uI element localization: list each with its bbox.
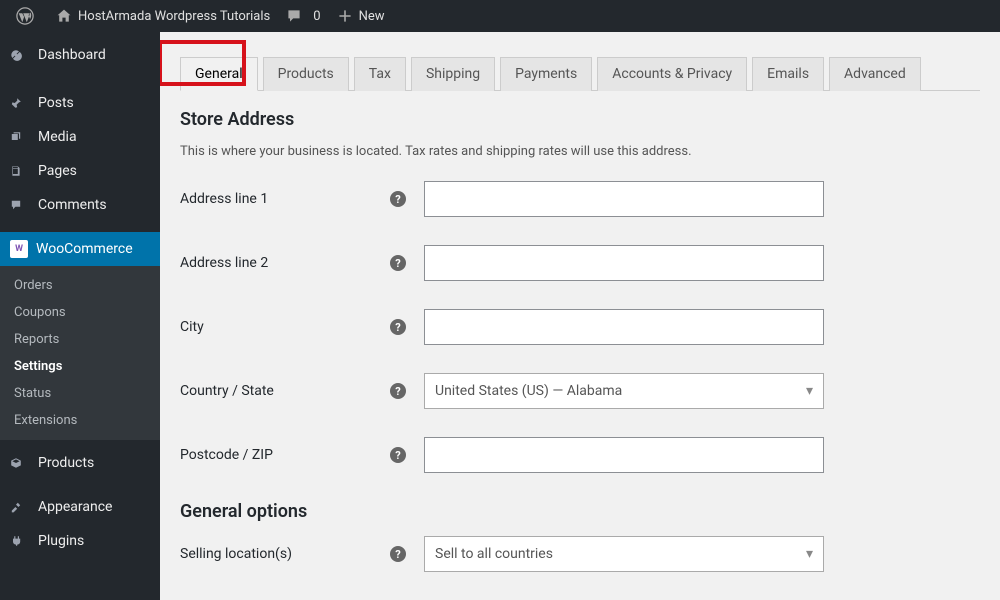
field-country-state: Country / State ? United States (US) — A…	[180, 373, 980, 409]
sidebar-item-appearance[interactable]: Appearance	[0, 490, 160, 524]
comment-icon	[10, 195, 30, 215]
main-content: General Products Tax Shipping Payments A…	[160, 32, 1000, 600]
admin-sidebar: Dashboard Posts Media Pages Comments W W…	[0, 32, 160, 600]
submenu-settings[interactable]: Settings	[0, 353, 160, 380]
field-city: City ?	[180, 309, 980, 345]
label-postcode: Postcode / ZIP	[180, 447, 390, 463]
sidebar-item-products[interactable]: Products	[0, 446, 160, 480]
tab-payments[interactable]: Payments	[500, 57, 592, 91]
field-postcode: Postcode / ZIP ?	[180, 437, 980, 473]
tab-advanced[interactable]: Advanced	[829, 57, 921, 91]
help-icon[interactable]: ?	[390, 191, 406, 207]
wordpress-logo[interactable]	[8, 0, 48, 32]
section-title-general-options: General options	[180, 501, 980, 522]
sidebar-item-label: Pages	[38, 163, 77, 179]
new-content-link[interactable]: New	[329, 0, 393, 32]
tab-general[interactable]: General	[180, 57, 258, 91]
help-icon[interactable]: ?	[390, 447, 406, 463]
tab-emails[interactable]: Emails	[752, 57, 824, 91]
help-icon[interactable]: ?	[390, 383, 406, 399]
field-selling-locations: Selling location(s) ? Sell to all countr…	[180, 536, 980, 572]
sidebar-item-label: Appearance	[38, 499, 112, 515]
section-title-store-address: Store Address	[180, 109, 980, 130]
comment-icon	[286, 8, 302, 24]
sidebar-item-label: Posts	[38, 95, 74, 111]
comments-count: 0	[313, 9, 320, 24]
settings-tabs: General Products Tax Shipping Payments A…	[180, 56, 980, 91]
sidebar-item-media[interactable]: Media	[0, 120, 160, 154]
submenu-status[interactable]: Status	[0, 380, 160, 407]
help-icon[interactable]: ?	[390, 255, 406, 271]
sidebar-item-comments[interactable]: Comments	[0, 188, 160, 222]
site-title: HostArmada Wordpress Tutorials	[78, 9, 270, 24]
label-selling-locations: Selling location(s)	[180, 546, 390, 562]
help-icon[interactable]: ?	[390, 546, 406, 562]
pin-icon	[10, 93, 30, 113]
tab-tax[interactable]: Tax	[354, 57, 406, 91]
label-city: City	[180, 319, 390, 335]
chevron-down-icon: ▾	[806, 383, 813, 399]
products-icon	[10, 453, 30, 473]
sidebar-item-label: WooCommerce	[36, 241, 133, 257]
sidebar-item-label: Dashboard	[38, 47, 106, 63]
input-city[interactable]	[424, 309, 824, 345]
tab-shipping[interactable]: Shipping	[411, 57, 495, 91]
woocommerce-icon: W	[10, 240, 28, 258]
home-icon	[56, 8, 72, 24]
tab-accounts[interactable]: Accounts & Privacy	[597, 57, 747, 91]
input-address2[interactable]	[424, 245, 824, 281]
sidebar-item-plugins[interactable]: Plugins	[0, 524, 160, 558]
chevron-down-icon: ▾	[806, 546, 813, 562]
admin-bar: HostArmada Wordpress Tutorials 0 New	[0, 0, 1000, 32]
plugins-icon	[10, 531, 30, 551]
select-value: Sell to all countries	[435, 546, 553, 562]
label-address2: Address line 2	[180, 255, 390, 271]
tab-products[interactable]: Products	[263, 57, 349, 91]
sidebar-item-dashboard[interactable]: Dashboard	[0, 32, 160, 78]
sidebar-item-label: Plugins	[38, 533, 84, 549]
comments-link[interactable]: 0	[278, 0, 328, 32]
page-icon	[10, 161, 30, 181]
section-description: This is where your business is located. …	[180, 144, 980, 159]
label-address1: Address line 1	[180, 191, 390, 207]
submenu-coupons[interactable]: Coupons	[0, 299, 160, 326]
sidebar-item-woocommerce[interactable]: W WooCommerce	[0, 232, 160, 266]
select-value: United States (US) — Alabama	[435, 383, 622, 399]
sidebar-item-posts[interactable]: Posts	[0, 86, 160, 120]
input-address1[interactable]	[424, 181, 824, 217]
plus-icon	[337, 8, 353, 24]
field-address-line-1: Address line 1 ?	[180, 181, 980, 217]
sidebar-item-label: Media	[38, 129, 77, 145]
wordpress-icon	[16, 7, 34, 25]
select-selling-locations[interactable]: Sell to all countries ▾	[424, 536, 824, 572]
appearance-icon	[10, 497, 30, 517]
sidebar-item-label: Products	[38, 455, 94, 471]
input-postcode[interactable]	[424, 437, 824, 473]
submenu-reports[interactable]: Reports	[0, 326, 160, 353]
sidebar-item-pages[interactable]: Pages	[0, 154, 160, 188]
label-country: Country / State	[180, 383, 390, 399]
site-home-link[interactable]: HostArmada Wordpress Tutorials	[48, 0, 278, 32]
media-icon	[10, 127, 30, 147]
sidebar-item-label: Comments	[38, 197, 107, 213]
select-country-state[interactable]: United States (US) — Alabama ▾	[424, 373, 824, 409]
help-icon[interactable]: ?	[390, 319, 406, 335]
new-label: New	[359, 9, 385, 24]
field-address-line-2: Address line 2 ?	[180, 245, 980, 281]
dashboard-icon	[10, 45, 30, 65]
submenu-extensions[interactable]: Extensions	[0, 407, 160, 434]
submenu-orders[interactable]: Orders	[0, 272, 160, 299]
woocommerce-submenu: Orders Coupons Reports Settings Status E…	[0, 266, 160, 440]
